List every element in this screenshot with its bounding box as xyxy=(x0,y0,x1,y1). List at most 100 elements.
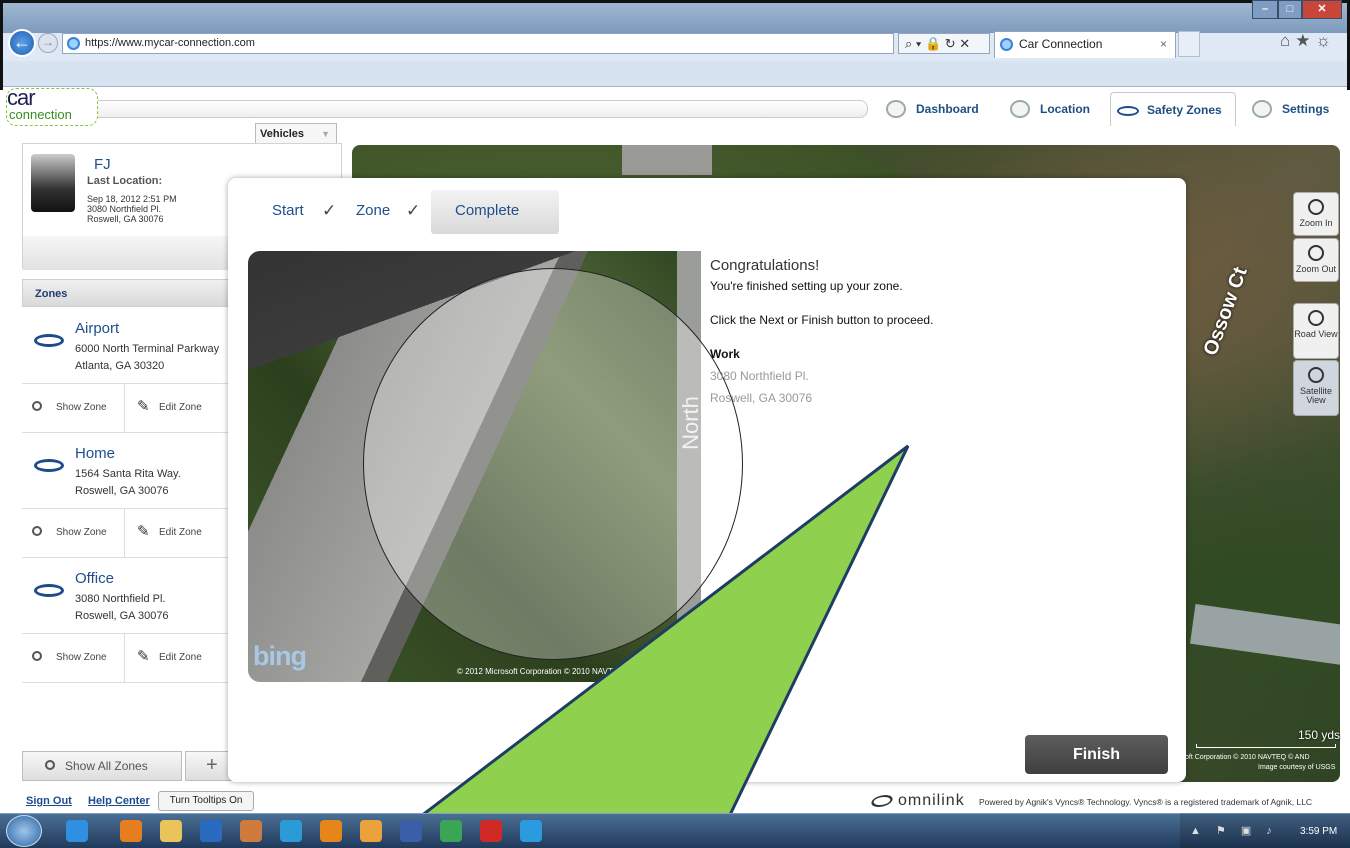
zone-name[interactable]: Airport xyxy=(75,320,119,337)
ie-taskbar-icon[interactable] xyxy=(66,820,88,842)
edit-zone-button[interactable]: ✎ Edit Zone xyxy=(125,509,235,557)
app2-taskbar-icon[interactable] xyxy=(280,820,302,842)
app3-taskbar-icon[interactable] xyxy=(320,820,342,842)
vehicle-image xyxy=(31,154,75,212)
skype-taskbar-icon[interactable] xyxy=(520,820,542,842)
step-start[interactable]: Start xyxy=(272,190,304,234)
help-center-link[interactable]: Help Center xyxy=(88,795,150,807)
vehicle-name[interactable]: FJ xyxy=(94,156,111,173)
map-copyright: oft Corporation © 2010 NAVTEQ © AND xyxy=(1185,754,1310,761)
search-icon xyxy=(32,526,42,536)
new-tab-button[interactable] xyxy=(1178,31,1200,57)
explorer-taskbar-icon[interactable] xyxy=(160,820,182,842)
edit-zone-button[interactable]: ✎ Edit Zone xyxy=(125,384,235,432)
maximize-button[interactable]: □ xyxy=(1278,0,1302,19)
satellite-view-button[interactable]: Satellite View xyxy=(1293,360,1339,416)
satellite-view-label: Satellite View xyxy=(1299,386,1333,405)
title-bar xyxy=(3,3,1347,33)
address-bar-controls[interactable]: ⌕ ▾ 🔒 ↻ ✕ xyxy=(898,33,990,54)
preview-copyright: © 2012 Microsoft Corporation © 2010 NAVT… xyxy=(457,667,652,676)
step-complete[interactable]: Complete xyxy=(431,190,559,234)
map-imagery-credit: Image courtesy of USGS xyxy=(1258,764,1336,771)
settings-gear-icon xyxy=(1252,100,1272,118)
zone-address2: Roswell, GA 30076 xyxy=(75,485,169,497)
bing-logo: bing xyxy=(253,641,307,671)
show-zone-label: Show Zone xyxy=(56,652,107,663)
powered-by-text: Powered by Agnik's Vyncs® Technology. Vy… xyxy=(979,797,1313,807)
road-view-label: Road View xyxy=(1294,329,1338,339)
vehicles-dropdown[interactable]: Vehicles ▼ xyxy=(255,123,337,143)
url-text: https://www.mycar-connection.com xyxy=(85,37,255,49)
omnilink-swoosh-icon xyxy=(868,794,896,807)
acrobat-taskbar-icon[interactable] xyxy=(480,820,502,842)
browser-tab[interactable]: Car Connection × xyxy=(994,31,1176,58)
gear-icon[interactable]: ☼ xyxy=(1316,31,1337,50)
tab-title: Car Connection xyxy=(1019,37,1103,51)
main-nav: Dashboard Location Safety Zones Settings xyxy=(872,92,1342,128)
start-button[interactable] xyxy=(6,815,42,847)
sign-out-link[interactable]: Sign Out xyxy=(26,795,72,807)
steering-wheel-icon xyxy=(886,100,906,118)
map-building xyxy=(622,145,712,175)
search-icon xyxy=(32,651,42,661)
app-taskbar-icon[interactable] xyxy=(240,820,262,842)
show-zone-button[interactable]: Show Zone xyxy=(22,384,125,432)
tooltips-toggle-button[interactable]: Turn Tooltips On xyxy=(158,791,254,811)
checkmark-icon: ✓ xyxy=(322,201,337,220)
zone-ring-icon xyxy=(34,584,64,597)
zoom-out-button[interactable]: Zoom Out xyxy=(1293,238,1339,282)
publisher-taskbar-icon[interactable] xyxy=(400,820,422,842)
zoom-in-button[interactable]: Zoom In xyxy=(1293,192,1339,236)
address-bar[interactable]: https://www.mycar-connection.com xyxy=(62,33,894,54)
forward-button[interactable]: → xyxy=(38,33,58,53)
nav-location-label: Location xyxy=(1040,102,1090,116)
zone-address1: 3080 Northfield Pl. xyxy=(75,593,166,605)
show-zone-button[interactable]: Show Zone xyxy=(22,509,125,557)
finish-button[interactable]: Finish xyxy=(1025,735,1168,774)
star-icon[interactable]: ★ xyxy=(1295,31,1315,50)
zone-name[interactable]: Office xyxy=(75,570,114,587)
omnilink-text: omnilink xyxy=(898,792,965,809)
zone-radius-circle xyxy=(363,268,743,660)
zone-address1: 6000 North Terminal Parkway xyxy=(75,343,220,355)
nav-safety-zones-label: Safety Zones xyxy=(1147,103,1222,117)
show-all-zones-label: Show All Zones xyxy=(65,759,148,773)
nav-location[interactable]: Location xyxy=(1004,92,1114,126)
firefox-taskbar-icon[interactable] xyxy=(120,820,142,842)
home-icon[interactable]: ⌂ xyxy=(1280,31,1295,50)
show-all-zones-button[interactable]: Show All Zones xyxy=(22,751,182,781)
back-button[interactable]: ← xyxy=(8,29,36,57)
pencil-icon: ✎ xyxy=(137,648,150,665)
last-location-label: Last Location: xyxy=(87,175,163,187)
taskbar-clock[interactable]: 3:59 PM xyxy=(1300,826,1337,837)
show-zone-label: Show Zone xyxy=(56,527,107,538)
app5-taskbar-icon[interactable] xyxy=(440,820,462,842)
car-connection-logo[interactable]: car connection xyxy=(6,85,98,126)
photoshop-taskbar-icon[interactable] xyxy=(200,820,222,842)
zone-address2: Roswell, GA 30076 xyxy=(710,391,813,405)
zone-address2: Atlanta, GA 30320 xyxy=(75,360,165,372)
map-scale-bar xyxy=(1196,744,1336,748)
nav-dashboard[interactable]: Dashboard xyxy=(880,92,992,126)
edit-zone-button[interactable]: ✎ Edit Zone xyxy=(125,634,235,682)
tab-close-icon[interactable]: × xyxy=(1160,32,1167,57)
zone-address2: Roswell, GA 30076 xyxy=(75,610,169,622)
zone-name[interactable]: Home xyxy=(75,445,115,462)
show-zone-button[interactable]: Show Zone xyxy=(22,634,125,682)
nav-settings[interactable]: Settings xyxy=(1246,92,1342,126)
tray-icons[interactable]: ▲ ⚑ ▣ ♪ xyxy=(1190,824,1278,837)
step-zone[interactable]: Zone xyxy=(356,190,390,234)
last-location-address1: 3080 Northfield Pl. xyxy=(87,204,162,214)
minimize-button[interactable]: – xyxy=(1252,0,1278,19)
ie-page-icon xyxy=(67,37,80,50)
close-window-button[interactable]: ✕ xyxy=(1302,0,1342,19)
nav-safety-zones[interactable]: Safety Zones xyxy=(1110,92,1236,126)
app4-taskbar-icon[interactable] xyxy=(360,820,382,842)
window-controls: – □ ✕ xyxy=(1252,0,1342,20)
zoom-in-label: Zoom In xyxy=(1299,218,1333,228)
satellite-globe-icon xyxy=(1308,367,1324,383)
omnilink-logo: omnilink xyxy=(868,792,965,810)
checkmark-icon: ✓ xyxy=(406,201,421,220)
last-location-address2: Roswell, GA 30076 xyxy=(87,214,164,224)
road-view-button[interactable]: Road View xyxy=(1293,303,1339,359)
